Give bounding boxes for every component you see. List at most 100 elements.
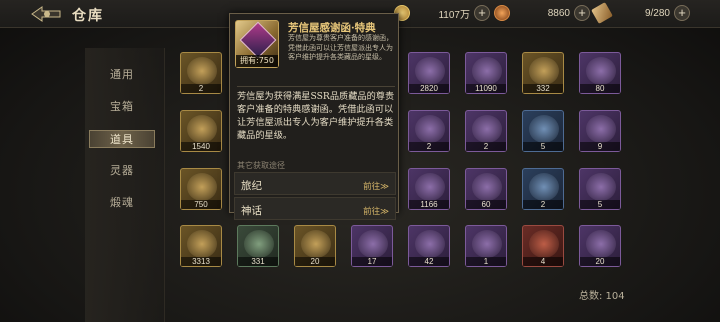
item-count: 5 xyxy=(580,200,620,209)
item-art-icon xyxy=(472,57,502,85)
gold-resource: 1107万 + xyxy=(394,4,490,22)
item-art-icon xyxy=(415,57,445,85)
item-count: 60 xyxy=(466,200,506,209)
item-slot[interactable]: 1166 xyxy=(408,168,450,210)
item-count: 1166 xyxy=(409,200,449,209)
item-slot[interactable]: 5 xyxy=(579,168,621,210)
item-slot[interactable]: 11090 xyxy=(465,52,507,94)
source-row-myth[interactable]: 神话 前往≫ xyxy=(234,197,396,220)
item-slot[interactable]: 2 xyxy=(522,168,564,210)
item-slot[interactable]: 2820 xyxy=(408,52,450,94)
add-jade-button[interactable]: + xyxy=(574,5,590,21)
item-count: 1540 xyxy=(181,142,221,151)
item-tooltip: 拥有:750 芳信屋感谢函·特典 芳信屋为尊贵客户准备的感谢函，凭借此函可以让芳… xyxy=(229,13,399,220)
category-sidebar: 通用 宝箱 道具 灵器 煅魂 xyxy=(85,48,165,322)
item-name: 芳信屋感谢函·特典 xyxy=(288,22,376,34)
jade-resource: 8860 + xyxy=(494,4,590,22)
item-count: 1 xyxy=(466,257,506,266)
divider xyxy=(237,86,395,87)
source-row-travel[interactable]: 旅纪 前往≫ xyxy=(234,172,396,195)
item-count: 20 xyxy=(580,257,620,266)
item-count: 80 xyxy=(580,84,620,93)
item-art-icon xyxy=(244,230,274,258)
item-count: 2 xyxy=(409,142,449,151)
tab-soul-forging[interactable]: 煅魂 xyxy=(89,194,155,212)
letter-gem-icon xyxy=(239,21,277,59)
item-slot[interactable]: 1540 xyxy=(180,110,222,152)
tab-items[interactable]: 道具 xyxy=(89,130,155,148)
item-art-icon xyxy=(529,173,559,201)
item-art-icon xyxy=(187,57,217,85)
item-slot[interactable]: 2 xyxy=(465,110,507,152)
item-slot[interactable]: 42 xyxy=(408,225,450,267)
goto-button[interactable]: 前往≫ xyxy=(363,180,389,192)
item-count: 331 xyxy=(238,257,278,266)
item-art-icon xyxy=(586,115,616,143)
item-count: 2 xyxy=(181,84,221,93)
item-count: 20 xyxy=(295,257,335,266)
item-art-icon xyxy=(586,57,616,85)
item-art-icon xyxy=(187,173,217,201)
item-slot[interactable]: 750 xyxy=(180,168,222,210)
item-art-icon xyxy=(472,173,502,201)
item-slot[interactable]: 331 xyxy=(237,225,279,267)
item-count: 3313 xyxy=(181,257,221,266)
owned-count: 拥有:750 xyxy=(236,55,278,67)
item-slot[interactable]: 17 xyxy=(351,225,393,267)
scroll-resource: 9/280 + xyxy=(591,2,690,24)
item-art-icon xyxy=(187,115,217,143)
item-slot[interactable]: 2 xyxy=(408,110,450,152)
item-slot[interactable]: 2 xyxy=(180,52,222,94)
add-scroll-button[interactable]: + xyxy=(674,5,690,21)
source-section-title: 其它获取途径 xyxy=(237,161,285,170)
item-art-icon xyxy=(529,57,559,85)
item-slot[interactable]: 3313 xyxy=(180,225,222,267)
scroll-icon xyxy=(591,2,613,24)
item-short-description: 芳信屋为尊贵客户准备的感谢函，凭借此函可以让芳信屋派出专人为客户维护提升各类藏品… xyxy=(288,34,393,61)
item-art-icon xyxy=(586,230,616,258)
item-art-icon xyxy=(415,173,445,201)
total-count: 总数: 104 xyxy=(579,291,625,302)
item-slot[interactable]: 9 xyxy=(579,110,621,152)
item-art-icon xyxy=(472,115,502,143)
item-art-icon xyxy=(187,230,217,258)
goto-button[interactable]: 前往≫ xyxy=(363,205,389,217)
page-title: 仓库 xyxy=(72,8,104,24)
item-slot[interactable]: 20 xyxy=(579,225,621,267)
scroll-value: 9/280 xyxy=(644,7,670,19)
item-slot[interactable]: 60 xyxy=(465,168,507,210)
item-art-icon xyxy=(358,230,388,258)
item-count: 17 xyxy=(352,257,392,266)
gold-value: 1107万 xyxy=(438,9,470,21)
tab-general[interactable]: 通用 xyxy=(89,66,155,84)
item-description: 芳信屋为获得满星SSR品质藏品的尊贵客户准备的特典感谢函。凭借此函可以让芳信屋派… xyxy=(237,91,395,141)
item-art-icon xyxy=(472,230,502,258)
item-slot[interactable]: 20 xyxy=(294,225,336,267)
item-slot[interactable]: 4 xyxy=(522,225,564,267)
item-count: 4 xyxy=(523,257,563,266)
item-slot[interactable]: 5 xyxy=(522,110,564,152)
item-art-icon xyxy=(529,115,559,143)
item-art-icon xyxy=(529,230,559,258)
item-art-icon xyxy=(415,230,445,258)
item-icon: 拥有:750 xyxy=(235,20,279,68)
item-count: 11090 xyxy=(466,84,506,93)
item-slot[interactable]: 332 xyxy=(522,52,564,94)
jade-icon xyxy=(494,5,510,21)
item-art-icon xyxy=(301,230,331,258)
item-count: 750 xyxy=(181,200,221,209)
back-icon[interactable] xyxy=(30,4,64,24)
warehouse-screen: 仓库 1107万 + 8860 + 9/280 + 通用 宝箱 道具 灵器 煅魂… xyxy=(0,0,720,322)
tab-artifacts[interactable]: 灵器 xyxy=(89,162,155,180)
item-count: 332 xyxy=(523,84,563,93)
item-slot[interactable]: 1 xyxy=(465,225,507,267)
tab-chests[interactable]: 宝箱 xyxy=(89,98,155,116)
add-gold-button[interactable]: + xyxy=(474,5,490,21)
jade-value: 8860 xyxy=(547,7,570,19)
item-count: 5 xyxy=(523,142,563,151)
source-label: 神话 xyxy=(241,205,262,217)
item-art-icon xyxy=(586,173,616,201)
source-label: 旅纪 xyxy=(241,180,262,192)
item-slot[interactable]: 80 xyxy=(579,52,621,94)
item-count: 2 xyxy=(466,142,506,151)
